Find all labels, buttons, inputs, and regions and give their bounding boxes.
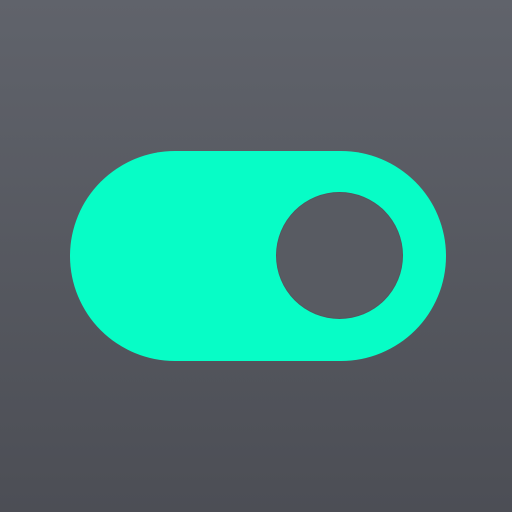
toggle-knob[interactable] [276, 192, 403, 319]
app-icon-canvas [0, 0, 512, 512]
toggle-switch[interactable] [70, 151, 446, 361]
